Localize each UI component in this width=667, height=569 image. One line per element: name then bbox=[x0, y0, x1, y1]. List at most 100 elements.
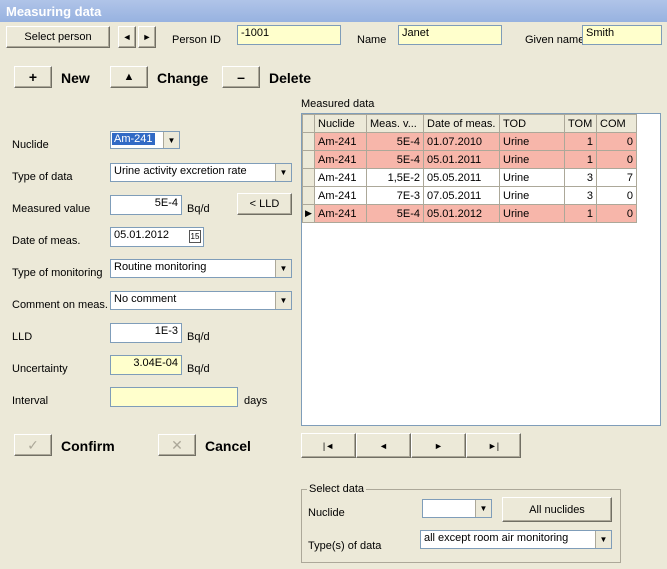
triangle-right-icon: ► bbox=[142, 32, 152, 42]
table-row[interactable]: Am-241 1,5E-2 05.05.2011 Urine 3 7 bbox=[302, 168, 637, 187]
interval-unit: days bbox=[244, 395, 268, 407]
types-of-data-label: Type(s) of data bbox=[308, 540, 382, 552]
change-button[interactable]: ▲ bbox=[110, 66, 148, 88]
cancel-button[interactable]: ✕ bbox=[158, 434, 196, 456]
column-header[interactable]: Nuclide bbox=[314, 114, 367, 133]
interval-field[interactable] bbox=[110, 387, 238, 407]
delete-button[interactable]: – bbox=[222, 66, 260, 88]
person-id-label: Person ID bbox=[172, 34, 221, 46]
table-cell: Urine bbox=[499, 186, 565, 205]
table-cell: 0 bbox=[596, 150, 637, 169]
nuclide-value: Am-241 bbox=[112, 133, 155, 145]
table-cell: Am-241 bbox=[314, 204, 367, 223]
given-name-label: Given name bbox=[525, 34, 585, 46]
row-indicator bbox=[302, 168, 315, 187]
interval-label: Interval bbox=[12, 395, 49, 407]
delete-label[interactable]: Delete bbox=[269, 70, 311, 86]
minus-icon: – bbox=[237, 69, 245, 85]
uncertainty-label: Uncertainty bbox=[12, 363, 68, 375]
triangle-right-icon: ► bbox=[434, 440, 443, 451]
table-row[interactable]: Am-241 5E-4 05.01.2011 Urine 1 0 bbox=[302, 150, 637, 169]
column-header[interactable]: COM bbox=[596, 114, 637, 133]
column-header[interactable]: Meas. v... bbox=[366, 114, 424, 133]
date-field[interactable]: 05.01.2012 15 bbox=[110, 227, 204, 247]
select-nuclide-label: Nuclide bbox=[308, 507, 345, 519]
lld-label: LLD bbox=[12, 331, 33, 343]
chevron-down-icon: ▼ bbox=[275, 260, 291, 277]
table-cell: Am-241 bbox=[314, 132, 367, 151]
select-data-legend: Select data bbox=[307, 483, 367, 495]
type-of-data-select[interactable]: Urine activity excretion rate ▼ bbox=[110, 163, 292, 182]
table-cell: 1 bbox=[564, 132, 597, 151]
table-cell: Urine bbox=[499, 204, 565, 223]
monitoring-value: Routine monitoring bbox=[114, 261, 207, 273]
table-cell: 5E-4 bbox=[366, 132, 424, 151]
next-person-button[interactable]: ► bbox=[138, 26, 156, 48]
table-cell: Am-241 bbox=[314, 186, 367, 205]
column-header[interactable]: Date of meas. bbox=[423, 114, 500, 133]
lld-field[interactable]: 1E-3 bbox=[110, 323, 182, 343]
table-cell: 7E-3 bbox=[366, 186, 424, 205]
monitoring-select[interactable]: Routine monitoring ▼ bbox=[110, 259, 292, 278]
all-nuclides-button[interactable]: All nuclides bbox=[502, 497, 612, 522]
confirm-label[interactable]: Confirm bbox=[61, 438, 115, 454]
table-row[interactable]: ▶ Am-241 5E-4 05.01.2012 Urine 1 0 bbox=[302, 204, 637, 223]
uncertainty-field[interactable]: 3.04E-04 bbox=[110, 355, 182, 375]
table-cell: 07.05.2011 bbox=[423, 186, 500, 205]
table-cell: 01.07.2010 bbox=[423, 132, 500, 151]
change-label[interactable]: Change bbox=[157, 70, 208, 86]
prev-record-button[interactable]: ◄ bbox=[356, 433, 411, 458]
row-indicator bbox=[302, 132, 315, 151]
table-cell: Am-241 bbox=[314, 150, 367, 169]
monitoring-label: Type of monitoring bbox=[12, 267, 103, 279]
table-cell: 5E-4 bbox=[366, 204, 424, 223]
nuclide-label: Nuclide bbox=[12, 139, 49, 151]
column-header[interactable]: TOD bbox=[499, 114, 565, 133]
table-cell: 05.01.2012 bbox=[423, 204, 500, 223]
next-record-button[interactable]: ► bbox=[411, 433, 466, 458]
last-record-button[interactable]: ►| bbox=[466, 433, 521, 458]
table-cell: Urine bbox=[499, 168, 565, 187]
table-row[interactable]: Am-241 5E-4 01.07.2010 Urine 1 0 bbox=[302, 132, 637, 151]
prev-person-button[interactable]: ◄ bbox=[118, 26, 136, 48]
uncertainty-unit: Bq/d bbox=[187, 363, 210, 375]
confirm-button[interactable]: ✓ bbox=[14, 434, 52, 456]
select-nuclide-combo[interactable]: ▼ bbox=[422, 499, 492, 518]
measured-data-grid[interactable]: Nuclide Meas. v... Date of meas. TOD TOM… bbox=[301, 113, 661, 426]
column-header[interactable]: TOM bbox=[564, 114, 597, 133]
nuclide-select[interactable]: Am-241 ▼ bbox=[110, 131, 180, 149]
person-id-field[interactable]: -1001 bbox=[237, 25, 341, 45]
name-field[interactable]: Janet bbox=[398, 25, 502, 45]
skip-last-icon: ►| bbox=[487, 440, 500, 451]
name-label: Name bbox=[357, 34, 387, 46]
lld-button[interactable]: < LLD bbox=[237, 193, 292, 215]
type-of-data-value: Urine activity excretion rate bbox=[114, 165, 247, 177]
measured-data-title: Measured data bbox=[301, 98, 375, 110]
chevron-down-icon: ▼ bbox=[275, 164, 291, 181]
measured-value-field[interactable]: 5E-4 bbox=[110, 195, 182, 215]
triangle-left-icon: ◄ bbox=[379, 440, 388, 451]
table-cell: 3 bbox=[564, 168, 597, 187]
comment-select[interactable]: No comment ▼ bbox=[110, 291, 292, 310]
row-indicator-header bbox=[302, 114, 315, 133]
table-row[interactable]: Am-241 7E-3 07.05.2011 Urine 3 0 bbox=[302, 186, 637, 205]
measured-unit: Bq/d bbox=[187, 203, 210, 215]
calendar-icon[interactable]: 15 bbox=[189, 230, 201, 243]
table-cell: 5E-4 bbox=[366, 150, 424, 169]
lld-unit: Bq/d bbox=[187, 331, 210, 343]
types-of-data-select[interactable]: all except room air monitoring ▼ bbox=[420, 530, 612, 549]
new-label[interactable]: New bbox=[61, 70, 90, 86]
measured-value-label: Measured value bbox=[12, 203, 91, 215]
given-name-field[interactable]: Smith bbox=[582, 25, 662, 45]
row-indicator bbox=[302, 150, 315, 169]
first-record-button[interactable]: |◄ bbox=[301, 433, 356, 458]
triangle-left-icon: ◄ bbox=[122, 32, 132, 42]
table-cell: 7 bbox=[596, 168, 637, 187]
table-cell: 0 bbox=[596, 132, 637, 151]
select-person-button[interactable]: Select person bbox=[6, 26, 110, 48]
chevron-down-icon: ▼ bbox=[275, 292, 291, 309]
table-cell: 05.05.2011 bbox=[423, 168, 500, 187]
table-cell: 0 bbox=[596, 204, 637, 223]
cancel-label[interactable]: Cancel bbox=[205, 438, 251, 454]
new-button[interactable]: + bbox=[14, 66, 52, 88]
